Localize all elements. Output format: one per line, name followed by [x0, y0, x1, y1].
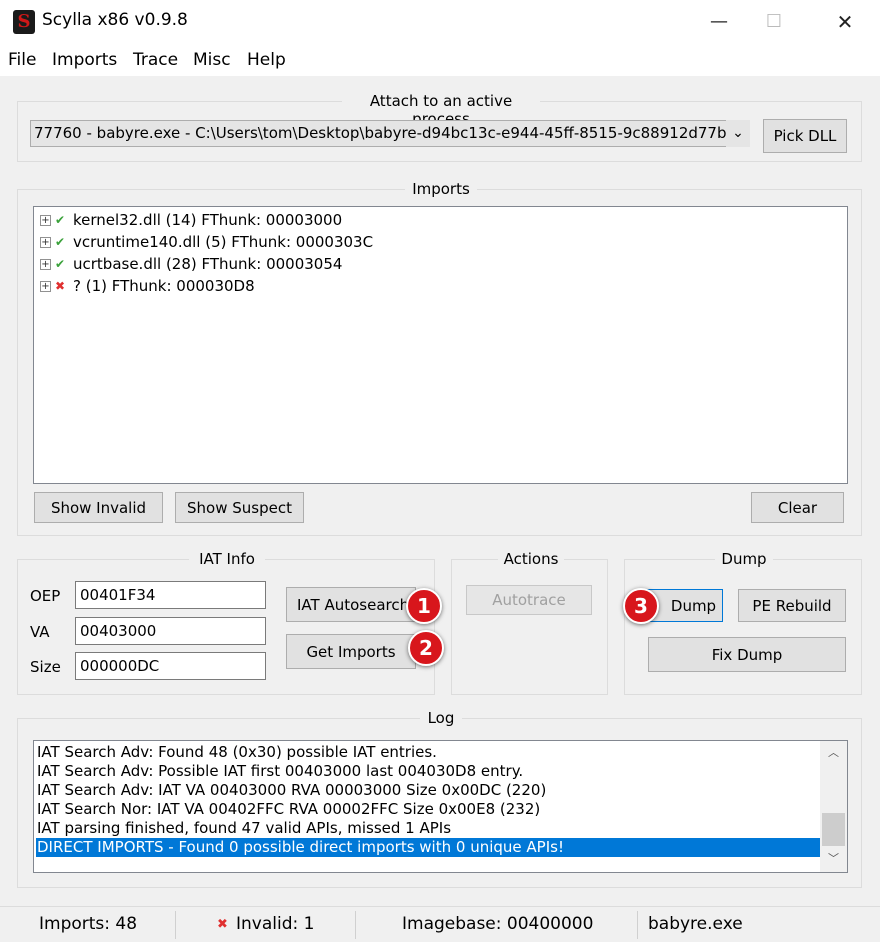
- tree-item-label: ? (1) FThunk: 000030D8: [73, 277, 255, 295]
- actions-group-title: Actions: [498, 550, 564, 568]
- get-imports-button[interactable]: Get Imports: [286, 634, 416, 669]
- show-invalid-button[interactable]: Show Invalid: [34, 492, 163, 523]
- menu-help[interactable]: Help: [247, 48, 286, 72]
- iat-autosearch-button[interactable]: IAT Autosearch: [286, 587, 416, 622]
- size-field[interactable]: 000000DC: [75, 652, 266, 680]
- fix-dump-button[interactable]: Fix Dump: [648, 637, 846, 672]
- minimize-icon[interactable]: —: [696, 0, 742, 44]
- pe-rebuild-button[interactable]: PE Rebuild: [738, 589, 846, 622]
- log-line[interactable]: IAT parsing finished, found 47 valid API…: [36, 819, 821, 838]
- status-invalid: Invalid: 1: [236, 914, 315, 934]
- autotrace-button[interactable]: Autotrace: [466, 585, 592, 615]
- tree-item[interactable]: + ✔ kernel32.dll (14) FThunk: 00003000: [40, 209, 342, 231]
- clear-button[interactable]: Clear: [751, 492, 844, 523]
- status-divider: [637, 911, 638, 939]
- maximize-icon[interactable]: ☐: [751, 0, 797, 44]
- step-badge-2: 2: [408, 630, 444, 666]
- check-icon: ✔: [55, 213, 66, 227]
- status-imports: Imports: 48: [39, 914, 138, 934]
- expand-icon[interactable]: +: [40, 280, 51, 292]
- close-icon[interactable]: ✕: [822, 0, 868, 44]
- expand-icon[interactable]: +: [40, 236, 51, 248]
- step-badge-1: 1: [406, 588, 442, 624]
- tree-item[interactable]: + ✔ vcruntime140.dll (5) FThunk: 0000303…: [40, 231, 373, 253]
- window-title: Scylla x86 v0.9.8: [42, 10, 188, 30]
- status-bar: Imports: 48 ✖ Invalid: 1 Imagebase: 0040…: [0, 906, 880, 941]
- tree-item[interactable]: + ✖ ? (1) FThunk: 000030D8: [40, 275, 255, 297]
- log-group-title: Log: [420, 709, 462, 727]
- tree-item[interactable]: + ✔ ucrtbase.dll (28) FThunk: 00003054: [40, 253, 342, 275]
- menu-misc[interactable]: Misc: [193, 48, 231, 72]
- menu-trace[interactable]: Trace: [133, 48, 178, 72]
- title-bar: S Scylla x86 v0.9.8 — ☐ ✕: [0, 0, 880, 44]
- size-label: Size: [30, 658, 61, 676]
- log-line[interactable]: IAT Search Adv: Found 48 (0x30) possible…: [36, 743, 821, 762]
- oep-field[interactable]: 00401F34: [75, 581, 266, 609]
- log-line[interactable]: IAT Search Adv: Possible IAT first 00403…: [36, 762, 821, 781]
- scroll-up-icon[interactable]: ︿: [820, 743, 847, 763]
- show-suspect-button[interactable]: Show Suspect: [175, 492, 304, 523]
- check-icon: ✔: [55, 257, 66, 271]
- tree-item-label: ucrtbase.dll (28) FThunk: 00003054: [73, 255, 343, 273]
- invalid-x-icon: ✖: [217, 917, 228, 932]
- check-icon: ✔: [55, 235, 66, 249]
- menu-bar: File Imports Trace Misc Help: [0, 44, 880, 76]
- log-line-selected[interactable]: DIRECT IMPORTS - Found 0 possible direct…: [36, 838, 821, 857]
- status-divider: [175, 911, 176, 939]
- expand-icon[interactable]: +: [40, 214, 51, 226]
- expand-icon[interactable]: +: [40, 258, 51, 270]
- va-field[interactable]: 00403000: [75, 617, 266, 645]
- menu-imports[interactable]: Imports: [52, 48, 117, 72]
- status-imagebase: Imagebase: 00400000: [402, 914, 594, 934]
- actions-group: [451, 559, 608, 695]
- tree-item-label: kernel32.dll (14) FThunk: 00003000: [73, 211, 343, 229]
- log-scrollbar[interactable]: ︿ ﹀: [820, 741, 847, 872]
- oep-label: OEP: [30, 587, 61, 605]
- dump-group: [624, 559, 862, 695]
- process-select[interactable]: 77760 - babyre.exe - C:\Users\tom\Deskto…: [30, 120, 750, 147]
- va-label: VA: [30, 623, 50, 641]
- invalid-x-icon: ✖: [55, 279, 66, 293]
- log-list[interactable]: IAT Search Adv: Found 48 (0x30) possible…: [33, 740, 848, 873]
- scylla-app-icon: S: [13, 10, 35, 34]
- scroll-thumb[interactable]: [822, 813, 845, 846]
- scroll-down-icon[interactable]: ﹀: [820, 849, 847, 869]
- imports-tree[interactable]: + ✔ kernel32.dll (14) FThunk: 00003000 +…: [33, 206, 848, 484]
- menu-file[interactable]: File: [8, 48, 36, 72]
- log-line[interactable]: IAT Search Adv: IAT VA 00403000 RVA 0000…: [36, 781, 821, 800]
- tree-item-label: vcruntime140.dll (5) FThunk: 0000303C: [73, 233, 374, 251]
- log-line[interactable]: IAT Search Nor: IAT VA 00402FFC RVA 0000…: [36, 800, 821, 819]
- pick-dll-button[interactable]: Pick DLL: [763, 119, 847, 153]
- dump-group-title: Dump: [715, 550, 773, 568]
- imports-group-title: Imports: [405, 180, 477, 198]
- chevron-down-icon[interactable]: ⌄: [726, 120, 750, 147]
- status-module: babyre.exe: [648, 914, 743, 934]
- iat-info-group-title: IAT Info: [189, 550, 265, 568]
- status-divider: [355, 911, 356, 939]
- step-badge-3: 3: [623, 588, 659, 624]
